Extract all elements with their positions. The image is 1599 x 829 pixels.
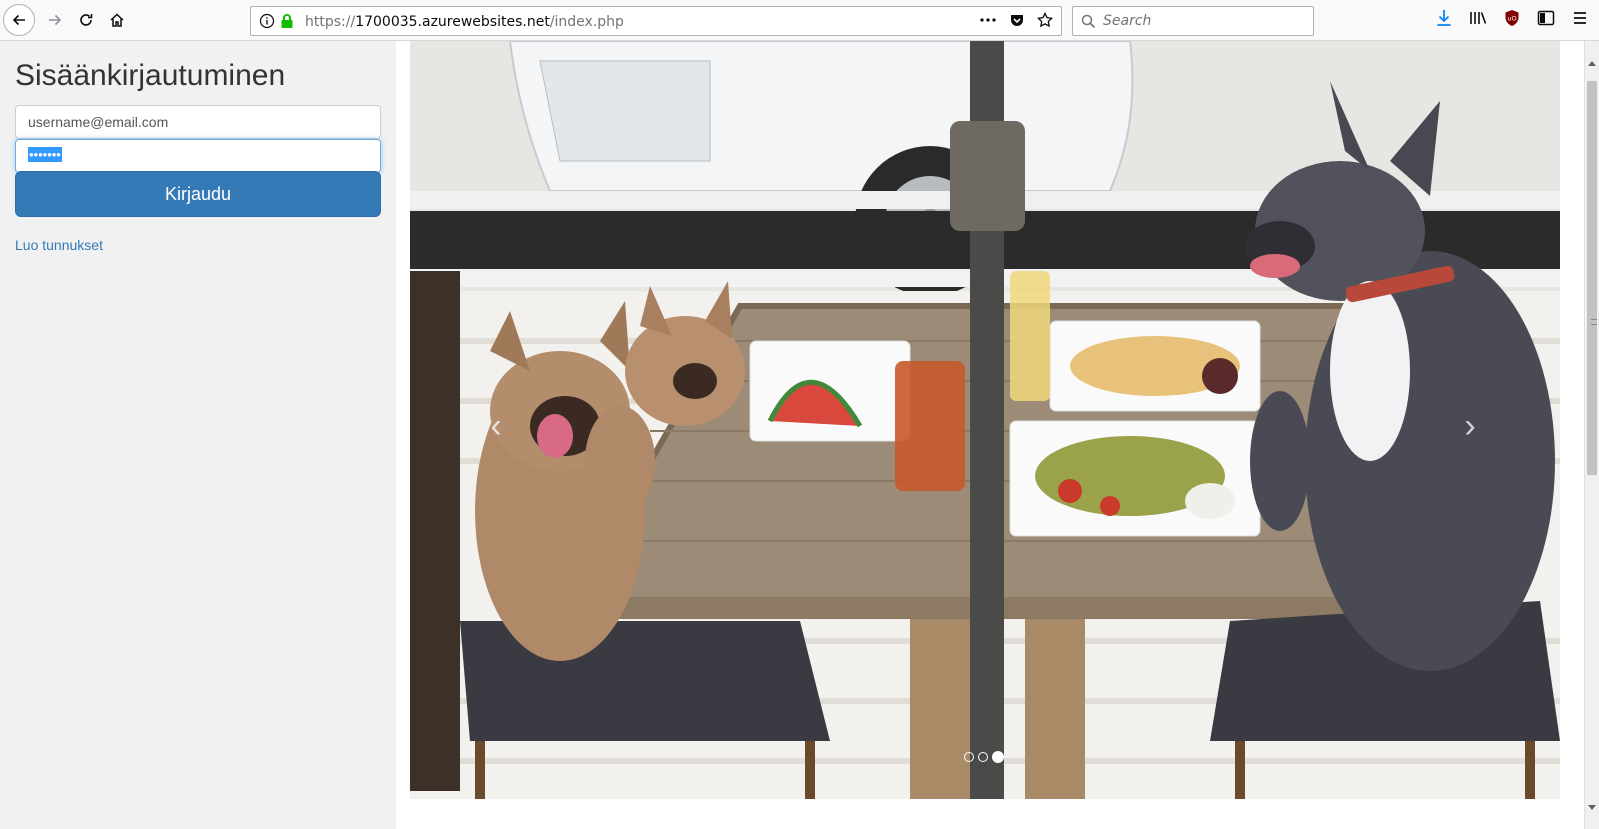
scroll-up-arrow-icon[interactable] <box>1588 61 1596 66</box>
scroll-down-arrow-icon[interactable] <box>1588 805 1596 810</box>
carousel-indicator-2[interactable] <box>978 752 988 762</box>
email-field[interactable] <box>15 105 381 139</box>
svg-text:uO: uO <box>1507 14 1516 22</box>
sidebar-icon <box>1537 10 1555 31</box>
search-input[interactable] <box>1103 11 1303 31</box>
password-masked-value: ••••••• <box>28 147 62 162</box>
back-button[interactable] <box>3 4 35 36</box>
register-link[interactable]: Luo tunnukset <box>15 237 103 253</box>
carousel-indicators <box>964 751 1004 763</box>
carousel-next-button[interactable]: › <box>1450 401 1490 451</box>
login-button[interactable]: Kirjaudu <box>15 171 381 217</box>
scroll-grip-icon <box>1591 319 1597 325</box>
home-icon <box>109 12 125 28</box>
login-panel: Sisäänkirjautuminen ••••••• Kirjaudu Luo… <box>0 41 396 829</box>
ublock-button[interactable]: uO <box>1499 7 1525 33</box>
url-scheme: https:// <box>305 14 356 30</box>
chevron-right-icon: › <box>1464 406 1476 445</box>
chevron-left-icon: ‹ <box>490 406 502 445</box>
home-button[interactable] <box>102 5 132 35</box>
carousel-indicator-3[interactable] <box>992 751 1004 763</box>
bookmark-star-icon[interactable] <box>1036 11 1054 33</box>
scrollbar-thumb[interactable] <box>1587 81 1597 475</box>
sidebar-button[interactable] <box>1533 7 1559 33</box>
back-icon <box>11 12 27 28</box>
pocket-icon[interactable] <box>1009 12 1025 33</box>
image-carousel[interactable]: ‹ › <box>410 41 1560 799</box>
browser-toolbar: https://1700035.azurewebsites.net/index.… <box>0 0 1599 41</box>
reload-icon <box>78 12 94 28</box>
menu-icon <box>1572 11 1588 30</box>
ublock-icon: uO <box>1504 9 1520 32</box>
carousel-indicator-1[interactable] <box>964 752 974 762</box>
carousel-slide-image <box>410 41 1560 799</box>
library-icon <box>1469 10 1487 31</box>
vertical-scrollbar[interactable] <box>1584 41 1599 829</box>
forward-icon <box>47 12 63 28</box>
url-host: 1700035.azurewebsites.net <box>355 14 550 30</box>
address-bar[interactable]: https://1700035.azurewebsites.net/index.… <box>250 6 1062 36</box>
lock-icon[interactable] <box>280 13 294 34</box>
library-button[interactable] <box>1465 7 1491 33</box>
search-bar[interactable] <box>1072 6 1314 36</box>
login-title: Sisäänkirjautuminen <box>15 59 286 92</box>
carousel-prev-button[interactable]: ‹ <box>476 401 516 451</box>
password-field[interactable]: ••••••• <box>15 139 381 173</box>
reload-button[interactable] <box>71 5 101 35</box>
downloads-button[interactable] <box>1431 7 1457 33</box>
info-icon[interactable] <box>259 13 275 34</box>
page-actions-icon[interactable] <box>979 12 997 33</box>
url-path: /index.php <box>549 14 624 30</box>
search-icon <box>1081 14 1096 34</box>
menu-button[interactable] <box>1567 7 1593 33</box>
page-content: Sisäänkirjautuminen ••••••• Kirjaudu Luo… <box>0 41 1584 829</box>
downloads-icon <box>1436 9 1452 32</box>
forward-button[interactable] <box>40 5 70 35</box>
url-text[interactable]: https://1700035.azurewebsites.net/index.… <box>305 14 624 30</box>
